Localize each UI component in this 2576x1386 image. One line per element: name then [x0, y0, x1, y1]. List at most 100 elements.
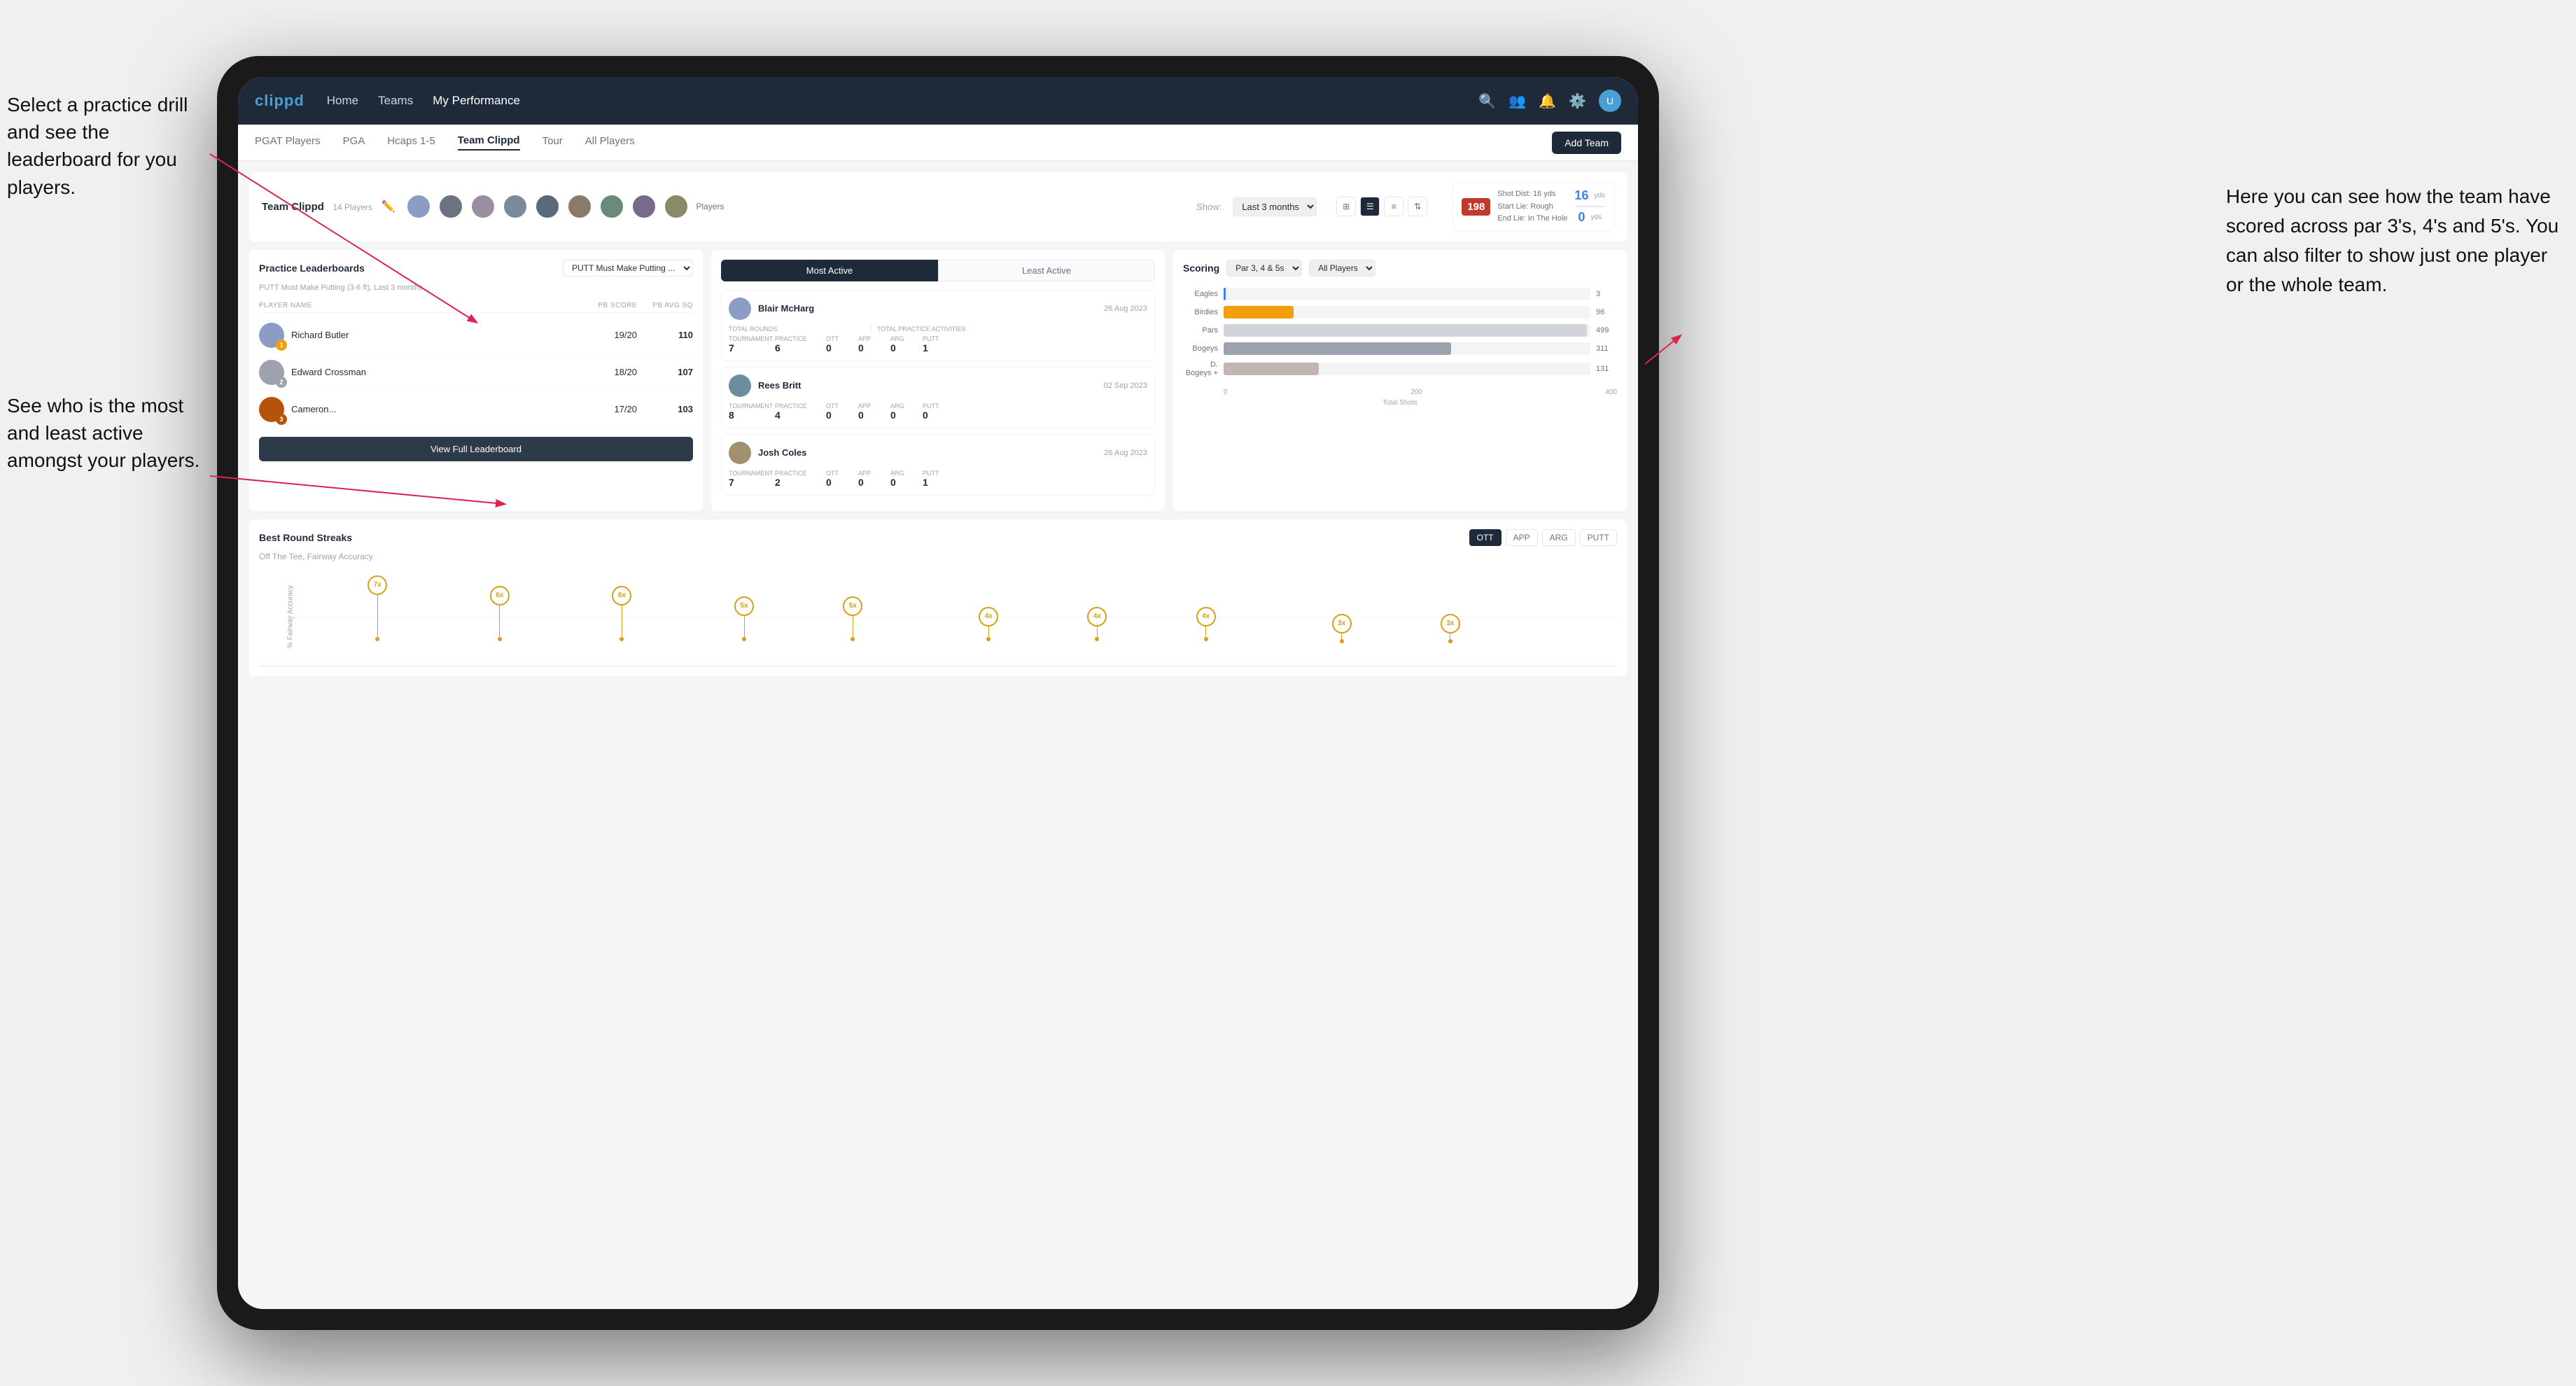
bubble-8: 4x: [1196, 607, 1216, 641]
pc-date-3: 26 Aug 2023: [1104, 449, 1147, 457]
view-full-leaderboard-btn[interactable]: View Full Leaderboard: [259, 437, 693, 461]
pc2-arg-col: ARG 0: [890, 402, 918, 421]
nav-home[interactable]: Home: [327, 94, 358, 108]
bubble-6: 4x: [979, 607, 998, 641]
settings-icon[interactable]: ⚙️: [1569, 92, 1586, 110]
streak-tab-app[interactable]: APP: [1506, 529, 1538, 546]
detail-view-btn[interactable]: ≡: [1384, 197, 1404, 216]
bogeys-fill: [1224, 342, 1451, 355]
lb-name-1: Richard Butler: [291, 330, 349, 340]
drill-select[interactable]: PUTT Must Make Putting ...: [563, 260, 693, 276]
least-active-tab[interactable]: Least Active: [938, 260, 1155, 281]
pc3-putt-col: PUTT 1: [923, 470, 951, 488]
lb-panel-header: Practice Leaderboards PUTT Must Make Put…: [259, 260, 693, 276]
lb-row-3: 3 Cameron... 17/20 103: [259, 391, 693, 428]
streak-tab-putt[interactable]: PUTT: [1580, 529, 1617, 546]
birdies-fill: [1224, 306, 1294, 318]
nav-items: Home Teams My Performance: [327, 94, 1457, 108]
pc-total-practice: Total Practice Activities: [877, 326, 1007, 332]
pc2-app-col: APP 0: [858, 402, 886, 421]
show-period-select[interactable]: Last 3 months: [1233, 197, 1317, 216]
pc3-ott-col: OTT 0: [826, 470, 854, 488]
player-avatar-6: [567, 194, 592, 219]
nav-my-performance[interactable]: My Performance: [433, 94, 520, 108]
list-view-btn[interactable]: ☰: [1360, 197, 1380, 216]
lb-score-3: 17/20: [581, 404, 637, 414]
scoring-bar-chart: Eagles 3 Birdies 96: [1183, 285, 1617, 386]
show-label: Show:: [1196, 202, 1222, 212]
streaks-panel: Best Round Streaks OTT APP ARG PUTT Off …: [249, 519, 1627, 676]
lb-avatar-1: 1: [259, 323, 284, 348]
pc-name-2: Rees Britt: [758, 380, 1097, 391]
top-nav: clippd Home Teams My Performance 🔍 👥 🔔 ⚙…: [238, 77, 1638, 125]
bubble-2: 6x: [490, 586, 510, 641]
pars-fill: [1224, 324, 1587, 337]
shot-details: Shot Dist: 16 yds Start Lie: Rough End L…: [1497, 188, 1567, 225]
subnav-team-clippd[interactable]: Team Clippd: [458, 134, 520, 150]
streak-tab-arg[interactable]: ARG: [1542, 529, 1576, 546]
subnav-pgat[interactable]: PGAT Players: [255, 135, 321, 150]
dbogeys-fill: [1224, 363, 1319, 375]
team-header: Team Clippd 14 Players ✏️ Players Sh: [249, 172, 1627, 241]
pc-tournament-col: Tournament 7: [729, 335, 771, 354]
pc-date-1: 26 Aug 2023: [1104, 304, 1147, 313]
people-icon[interactable]: 👥: [1508, 92, 1526, 110]
pc-header-2: Rees Britt 02 Sep 2023: [729, 374, 1147, 397]
bell-icon[interactable]: 🔔: [1539, 92, 1556, 110]
pc-arg-col: ARG 0: [890, 335, 918, 354]
pc-avatar-2: [729, 374, 751, 397]
left-bottom-annotation: See who is the most and least active amo…: [7, 392, 203, 475]
par-filter-select[interactable]: Par 3, 4 & 5s: [1226, 260, 1302, 276]
subnav-pga[interactable]: PGA: [343, 135, 365, 150]
pc-name-3: Josh Coles: [758, 447, 1097, 458]
nav-teams[interactable]: Teams: [378, 94, 413, 108]
practice-leaderboards-panel: Practice Leaderboards PUTT Must Make Put…: [249, 250, 703, 511]
pc-avatar-3: [729, 442, 751, 464]
edit-team-icon[interactable]: ✏️: [382, 201, 396, 213]
streaks-subtitle: Off The Tee, Fairway Accuracy: [259, 552, 1617, 561]
player-avatar-1: [406, 194, 431, 219]
bubble-7: 4x: [1087, 607, 1107, 641]
bar-row-bogeys: Bogeys 311: [1183, 342, 1617, 355]
streak-tabs: OTT APP ARG PUTT: [1469, 529, 1617, 546]
lb-subtitle: PUTT Must Make Putting (3-6 ft), Last 3 …: [259, 284, 693, 292]
lb-score-1: 19/20: [581, 330, 637, 340]
team-players-row: Players: [406, 194, 724, 219]
dbogeys-value: 131: [1596, 365, 1617, 373]
subnav-tour[interactable]: Tour: [542, 135, 563, 150]
birdies-track: [1224, 306, 1590, 318]
team-info: Team Clippd 14 Players ✏️: [262, 200, 395, 214]
lb-name-2: Edward Crossman: [291, 367, 366, 377]
bubble-9: 3x: [1332, 614, 1352, 643]
lb-avg-1: 110: [637, 330, 693, 340]
lb-avg-2: 107: [637, 367, 693, 377]
player-filter-select[interactable]: All Players: [1309, 260, 1376, 276]
bogeys-track: [1224, 342, 1590, 355]
eagles-value: 3: [1596, 290, 1617, 298]
eagles-track: [1224, 288, 1590, 300]
add-team-button[interactable]: Add Team: [1552, 132, 1621, 154]
streak-tab-ott[interactable]: OTT: [1469, 529, 1502, 546]
pars-value: 499: [1596, 326, 1617, 335]
bubble-1: 7x: [368, 575, 387, 641]
subnav-all-players[interactable]: All Players: [585, 135, 635, 150]
sort-view-btn[interactable]: ⇅: [1408, 197, 1427, 216]
players-label: Players: [696, 202, 724, 211]
team-name: Team Clippd: [262, 201, 324, 213]
sub-nav: PGAT Players PGA Hcaps 1-5 Team Clippd T…: [238, 125, 1638, 161]
search-icon[interactable]: 🔍: [1478, 92, 1496, 110]
bar-row-pars: Pars 499: [1183, 324, 1617, 337]
pc2-putt-col: PUTT 0: [923, 402, 951, 421]
lb-badge-bronze: 3: [276, 414, 287, 425]
pc-avatar-1: [729, 298, 751, 320]
lb-avg-3: 103: [637, 404, 693, 414]
pars-label: Pars: [1183, 326, 1218, 335]
subnav-hcaps[interactable]: Hcaps 1-5: [387, 135, 435, 150]
right-annotation: Here you can see how the team have score…: [2226, 182, 2562, 300]
grid-view-btn[interactable]: ⊞: [1336, 197, 1356, 216]
main-content: Team Clippd 14 Players ✏️ Players Sh: [238, 161, 1638, 1309]
avatar[interactable]: U: [1599, 90, 1621, 112]
most-active-tab[interactable]: Most Active: [721, 260, 938, 281]
ipad-frame: clippd Home Teams My Performance 🔍 👥 🔔 ⚙…: [217, 56, 1659, 1330]
player-avatar-9: [664, 194, 689, 219]
